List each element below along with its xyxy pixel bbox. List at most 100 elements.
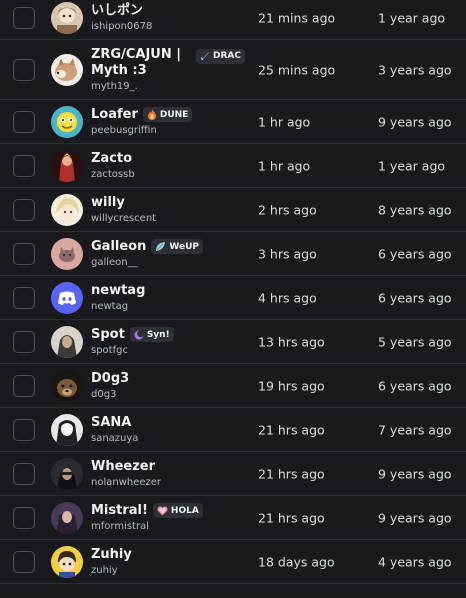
server-tag-label: Syn! [146,329,170,340]
joined-discord: 9 years ago [378,510,452,525]
member-row[interactable]: Zuhiy zuhiy 18 days ago 4 years ago [0,540,466,584]
display-name: Zuhiy [91,546,132,562]
member-name-block: Zuhiy zuhiy [91,547,251,577]
select-checkbox[interactable] [13,110,35,133]
select-checkbox[interactable] [13,6,35,29]
member-since: 25 mins ago [258,62,336,77]
select-checkbox[interactable] [13,374,35,397]
manga-avatar-icon[interactable] [51,413,83,446]
select-checkbox[interactable] [13,330,35,353]
select-checkbox[interactable] [13,198,35,221]
server-tag-label: HOLA [170,505,199,516]
member-name-block: いしポン ishipon0678 [91,3,251,33]
select-checkbox[interactable] [13,242,35,265]
username: zactossb [91,168,135,180]
member-name-block: Spot Syn! spotfgc [91,327,251,357]
discord-logo-icon[interactable] [51,281,83,314]
display-name: ZRG/CAJUN | Myth :3 [91,46,182,78]
select-checkbox[interactable] [13,550,35,573]
member-row[interactable]: SANA sanazuya 21 hrs ago 7 years ago [0,408,466,452]
fox-avatar-icon[interactable] [51,53,83,86]
member-name-block: Galleon WeUP galleon__ [91,239,251,269]
server-tag: DUNE [142,107,193,122]
joined-discord: 1 year ago [378,158,446,173]
member-name-block: newtag newtag [91,283,251,313]
member-since: 1 hr ago [258,158,311,173]
username: peebusgriffin [91,124,157,136]
member-since: 21 mins ago [258,10,336,25]
username: willycrescent [91,212,157,224]
member-row[interactable]: Loafer DUNE peebusgriffin 1 hr ago 9 yea… [0,100,466,144]
member-row[interactable]: Wheezer nolanwheezer 21 hrs ago 9 years … [0,452,466,496]
character-avatar-icon[interactable] [51,149,83,182]
username: myth19_. [91,80,138,92]
member-since: 21 hrs ago [258,422,325,437]
display-name: Loafer [91,106,138,122]
select-checkbox[interactable] [13,58,35,81]
member-row[interactable]: Galleon WeUP galleon__ 3 hrs ago 6 years… [0,232,466,276]
select-checkbox[interactable] [13,506,35,529]
cat-avatar-icon[interactable] [51,237,83,270]
display-name: willy [91,194,125,210]
display-name: Galleon [91,238,147,254]
select-checkbox[interactable] [13,154,35,177]
member-row[interactable]: newtag newtag 4 hrs ago 6 years ago [0,276,466,320]
username: galleon__ [91,256,138,268]
username: ishipon0678 [91,20,153,32]
username: zuhiy [91,564,118,576]
display-name: いしポン [91,2,144,18]
select-checkbox[interactable] [13,462,35,485]
moon-icon [134,329,144,339]
cartoon-avatar-icon[interactable] [51,105,83,138]
member-since: 1 hr ago [258,114,311,129]
cartoon-avatar-icon[interactable] [51,545,83,578]
member-name-block: ZRG/CAJUN | Myth :3 myth19_. DRAC [91,47,251,93]
display-name: SANA [91,414,132,430]
server-tag-label: DRAC [213,51,241,61]
member-row[interactable]: D0g3 d0g3 19 hrs ago 6 years ago [0,364,466,408]
select-checkbox[interactable] [13,286,35,309]
username: spotfgc [91,344,128,356]
display-name: Zacto [91,150,133,166]
member-row[interactable]: Mistral! HOLA mformistral 21 hrs ago 9 y… [0,496,466,540]
joined-discord: 3 years ago [378,62,452,77]
joined-discord: 5 years ago [378,334,452,349]
member-name-block: Loafer DUNE peebusgriffin [91,107,251,137]
leaf-icon [156,242,166,251]
sword-icon [200,52,209,61]
joined-discord: 9 years ago [378,466,452,481]
display-name: Wheezer [91,458,156,474]
member-row[interactable]: willy willycrescent 2 hrs ago 8 years ag… [0,188,466,232]
member-since: 4 hrs ago [258,290,317,305]
member-row[interactable]: Zacto zactossb 1 hr ago 1 year ago [0,144,466,188]
member-row[interactable]: いしポン ishipon0678 21 mins ago 1 year ago [0,0,466,40]
member-since: 18 days ago [258,554,335,569]
dark-character-avatar-icon[interactable] [51,325,83,358]
display-name: newtag [91,282,146,298]
server-tag-label: DUNE [159,109,189,120]
anime-avatar-icon[interactable] [51,1,83,34]
dog-avatar-icon[interactable] [51,369,83,402]
server-tag: HOLA [152,503,203,518]
anime-avatar-icon[interactable] [51,193,83,226]
dark-character-avatar-icon[interactable] [51,457,83,490]
display-name: D0g3 [91,370,130,386]
member-since: 2 hrs ago [258,202,317,217]
select-checkbox[interactable] [13,418,35,441]
member-since: 3 hrs ago [258,246,317,261]
member-since: 21 hrs ago [258,466,325,481]
username: nolanwheezer [91,476,162,488]
member-row[interactable]: Spot Syn! spotfgc 13 hrs ago 5 years ago [0,320,466,364]
display-name: Spot [91,326,125,342]
joined-discord: 7 years ago [378,422,452,437]
joined-discord: 9 years ago [378,114,452,129]
character-avatar-icon[interactable] [51,501,83,534]
member-row[interactable]: ZRG/CAJUN | Myth :3 myth19_. DRAC 25 min… [0,40,466,100]
member-since: 21 hrs ago [258,510,325,525]
member-name-block: willy willycrescent [91,195,251,225]
joined-discord: 1 year ago [378,10,446,25]
username: newtag [91,300,129,312]
member-name-block: SANA sanazuya [91,415,251,445]
username: d0g3 [91,388,117,400]
members-list: いしポン ishipon0678 21 mins ago 1 year ago … [0,0,466,594]
